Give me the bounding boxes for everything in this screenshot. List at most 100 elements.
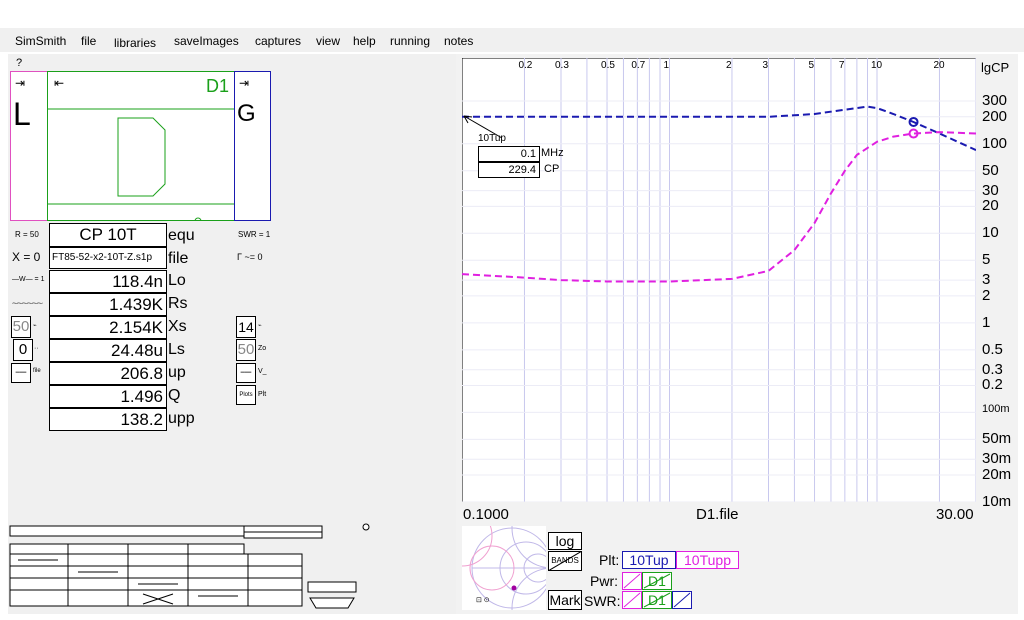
y-tick-label: 10m xyxy=(982,493,1012,510)
x-tick-label: 0.5 xyxy=(601,60,615,71)
params-button[interactable]: ═══ xyxy=(11,363,31,383)
rs-value[interactable]: 1.439K xyxy=(49,293,167,316)
w-label: —W— = 1 xyxy=(12,276,45,283)
x-start-label: 0.1000 xyxy=(463,506,509,523)
x-label: X = 0 xyxy=(12,250,41,264)
plt-10tupp-button[interactable]: 10Tupp xyxy=(676,551,739,569)
v-label: V_ xyxy=(258,368,267,375)
upp-label: upp xyxy=(168,410,195,427)
ls-label: Ls xyxy=(168,341,185,358)
log-button[interactable]: log xyxy=(548,532,582,550)
menu-libraries[interactable]: libraries xyxy=(113,36,158,50)
rs-label: Rs xyxy=(168,295,188,312)
y-tick-label: 10 xyxy=(982,224,999,242)
xs-value[interactable]: 2.154K xyxy=(49,316,167,339)
mini-smith-chart[interactable]: ⊡ ⊙ xyxy=(462,526,546,610)
y-tick-label: 100m xyxy=(982,403,1010,416)
swr-label: SWR = 1 xyxy=(238,230,271,239)
y-tick-label: 1 xyxy=(982,313,991,331)
y-tick-label: 50m xyxy=(982,430,1012,448)
y-tick-label: 0.5 xyxy=(982,340,1003,358)
menu-running[interactable]: running xyxy=(389,34,432,48)
xs-label: Xs xyxy=(168,318,187,335)
swr-gen-slash-icon xyxy=(673,592,691,608)
y-tick-label: 3 xyxy=(982,271,991,289)
lo-label: Lo xyxy=(168,272,186,289)
y-tick-label: 20 xyxy=(982,197,999,215)
marker-label: 10Tup xyxy=(478,133,506,144)
x-tick-label: 20 xyxy=(933,60,945,71)
y-tick-label: 0.3 xyxy=(982,360,1003,378)
gamma-label: Γ ~= 0 xyxy=(237,252,263,262)
upp-value[interactable]: 138.2 xyxy=(49,408,167,431)
y-tick-label: 100 xyxy=(982,134,1008,152)
zo-label: Zo xyxy=(258,345,267,352)
ls-value[interactable]: 24.48u xyxy=(49,339,167,362)
menu-save-images[interactable]: saveImages xyxy=(173,34,240,48)
x-tick-label: 1 xyxy=(663,60,670,71)
menu-captures[interactable]: captures xyxy=(254,34,303,48)
element-name-field[interactable]: CP 10T xyxy=(49,223,167,247)
pwr-load-slash-icon xyxy=(623,573,641,589)
file-tag: file xyxy=(33,368,41,374)
wave-icon: ⌁ xyxy=(258,323,262,329)
x-tick-label: 2 xyxy=(725,60,732,71)
load-block[interactable]: ⇥ L xyxy=(10,71,48,221)
help-question[interactable]: ? xyxy=(16,57,22,69)
plots-button[interactable]: Plots xyxy=(236,385,256,405)
mark-button[interactable]: Mark xyxy=(548,590,582,610)
pin-icon: ⇥ xyxy=(239,76,250,90)
zo-input[interactable]: 50 xyxy=(236,339,256,361)
x-tick-label: 0.3 xyxy=(555,60,569,71)
menu-view[interactable]: view xyxy=(315,34,342,48)
device-symbol xyxy=(48,108,234,220)
x-tick-label: 0.2 xyxy=(518,60,533,71)
voltage-button[interactable]: ═══ xyxy=(236,363,256,383)
y-tick-label: 30 xyxy=(982,181,999,199)
plt-row-label: Plt: xyxy=(599,552,620,568)
marker-value-field[interactable]: 229.4 xyxy=(478,162,540,178)
r-label: R = 50 xyxy=(15,230,39,239)
component-palette[interactable] xyxy=(8,520,378,612)
menu-notes[interactable]: notes xyxy=(443,34,475,48)
zero-input[interactable]: 0 xyxy=(13,339,33,361)
generator-block[interactable]: ⇥ G xyxy=(234,71,271,221)
smith-chart-plot[interactable] xyxy=(462,58,976,502)
swr-d1-slash-icon xyxy=(643,592,671,608)
swr-load-slash-icon xyxy=(623,592,641,608)
x-tick-label: 7 xyxy=(838,60,845,71)
plt-label: Plt xyxy=(258,391,267,398)
fourteen-input[interactable]: 14 xyxy=(236,316,256,338)
marker-freq-unit: MHz xyxy=(541,147,564,159)
ohm-icon: ⌁ xyxy=(33,323,37,329)
lo-value[interactable]: 118.4n xyxy=(49,270,167,293)
file-label: file xyxy=(168,250,189,267)
up-value[interactable]: 206.8 xyxy=(49,362,167,385)
menu-simsmith[interactable]: SimSmith xyxy=(14,34,68,48)
y-tick-label: 2 xyxy=(982,286,991,304)
dots-icon: ·· xyxy=(34,345,39,352)
swr-row-label: SWR: xyxy=(584,593,621,609)
q-value[interactable]: 1.496 xyxy=(49,385,167,408)
menu-file[interactable]: file xyxy=(80,34,98,48)
element-file-field[interactable]: FT85-52-x2-10T-Z.s1p xyxy=(49,247,167,269)
y-axis-header: lgCP xyxy=(981,60,1010,75)
x-tick-label: 10 xyxy=(870,60,883,71)
marker-freq-field[interactable]: 0.1 xyxy=(478,146,540,162)
pwr-d1-slash-icon xyxy=(643,573,671,589)
x-tick-label: 3 xyxy=(762,60,769,71)
x-tick-label: 5 xyxy=(808,60,815,71)
y-tick-label: 200 xyxy=(982,107,1008,125)
y-tick-label: 5 xyxy=(982,251,991,269)
up-label: up xyxy=(168,364,186,381)
x-center-label: D1.file xyxy=(696,506,739,523)
menu-help[interactable]: help xyxy=(352,34,377,48)
plt-10tup-button[interactable]: 10Tup xyxy=(622,551,676,569)
pin-icon: ⇥ xyxy=(15,76,26,90)
generator-label: G xyxy=(237,100,256,127)
d1-block[interactable]: ⇤ D1 xyxy=(47,71,235,221)
spacer-label: ⁓⁓⁓⁓⁓⁓ xyxy=(12,301,43,307)
svg-text:⊡ ⊙: ⊡ ⊙ xyxy=(476,597,490,604)
fifty-input[interactable]: 50 xyxy=(11,316,31,338)
load-label: L xyxy=(13,96,31,132)
